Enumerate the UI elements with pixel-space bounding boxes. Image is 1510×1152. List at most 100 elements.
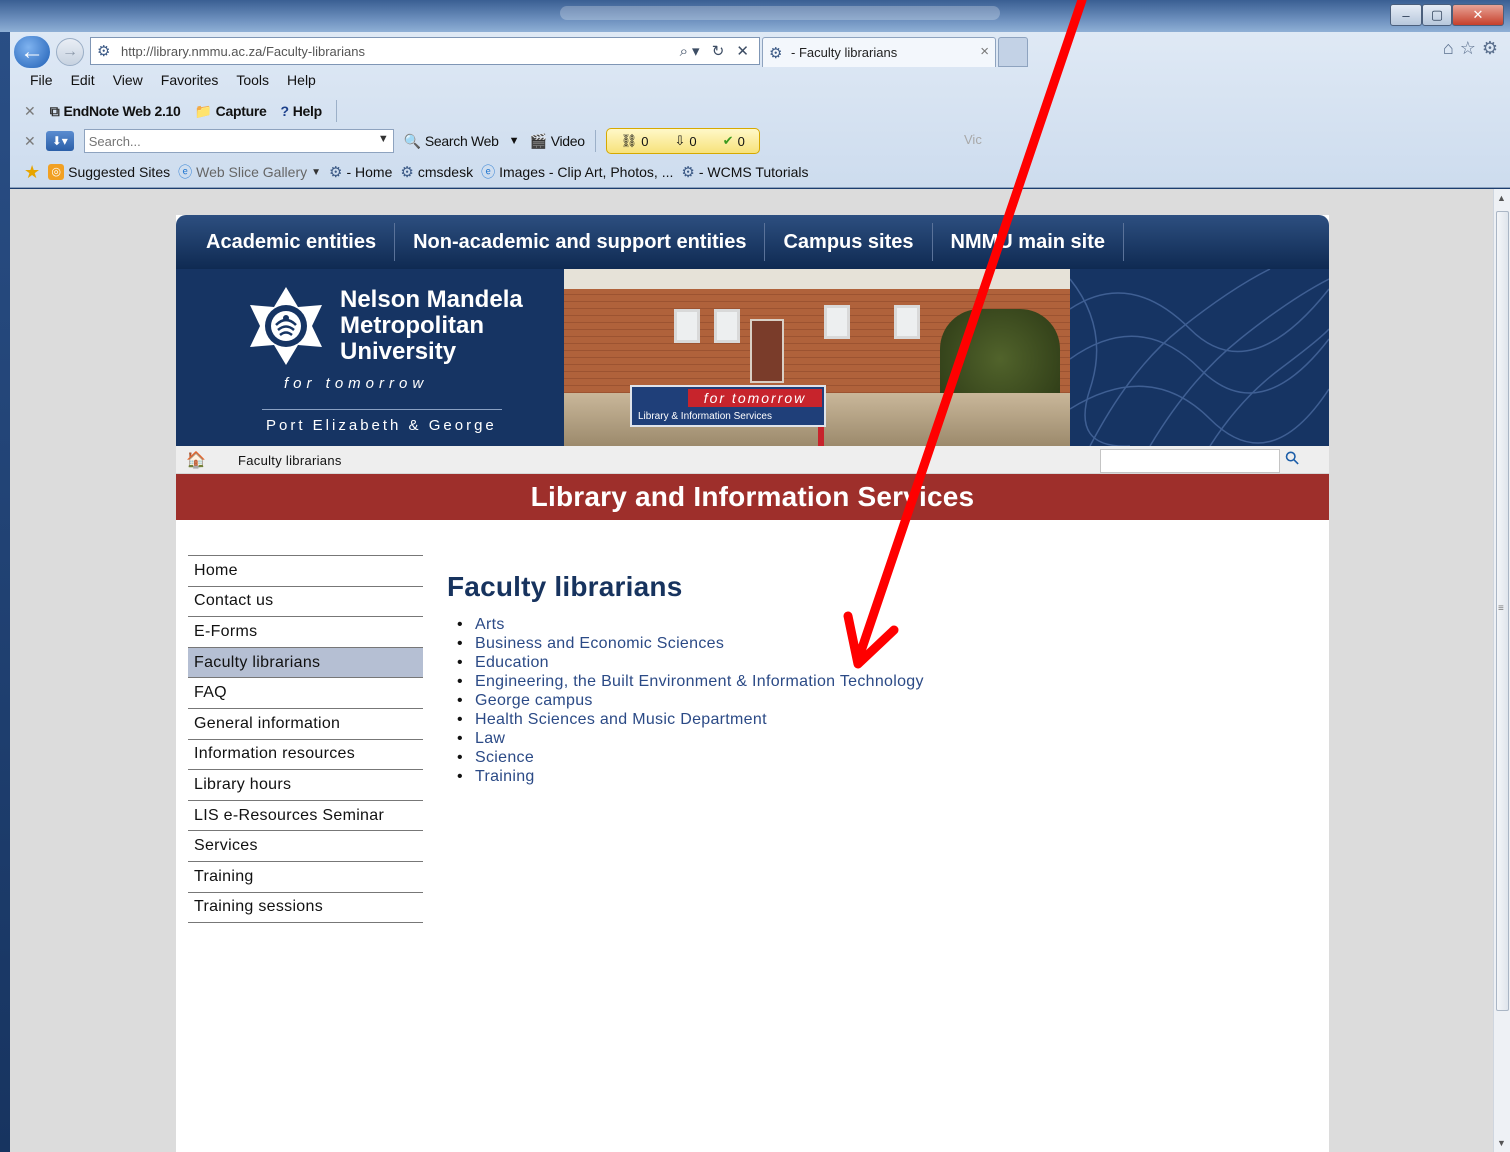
favorite-label: Web Slice Gallery xyxy=(196,164,308,180)
counter-value: 0 xyxy=(641,133,649,149)
site-search-input[interactable] xyxy=(1101,450,1277,472)
breadcrumb-bar: 🏠 Faculty librarians ⚲ xyxy=(176,446,1329,474)
new-tab-button[interactable] xyxy=(998,37,1028,67)
site-search-box[interactable] xyxy=(1100,449,1280,473)
sidenav-e-forms[interactable]: E-Forms xyxy=(188,617,423,648)
toolbar-search-input[interactable] xyxy=(84,130,365,152)
sidenav-services[interactable]: Services xyxy=(188,831,423,862)
chevron-down-icon[interactable]: ▼ xyxy=(378,133,389,145)
counter-value: 0 xyxy=(689,133,697,149)
menu-help[interactable]: Help xyxy=(287,72,316,88)
favorite-label: cmsdesk xyxy=(417,164,474,180)
faculty-link-engineering[interactable]: Engineering, the Built Environment & Inf… xyxy=(457,672,924,691)
counter-group[interactable]: ⛓ 0 ⇩ 0 ✔ 0 xyxy=(605,128,760,154)
menu-tools[interactable]: Tools xyxy=(236,72,269,88)
favorite-web-slice-gallery[interactable]: ⓔ Web Slice Gallery ▼ xyxy=(178,162,321,182)
sidenav-information-resources[interactable]: Information resources xyxy=(188,740,423,771)
menu-file[interactable]: File xyxy=(30,72,53,88)
favorite-home[interactable]: ⚙ - Home xyxy=(329,163,392,181)
nav-campus-sites[interactable]: Campus sites xyxy=(765,223,933,261)
sidenav-home[interactable]: Home xyxy=(188,556,423,587)
video-icon: 🎬 xyxy=(529,132,547,149)
forward-button[interactable]: → xyxy=(56,38,84,66)
toolbar-close-icon[interactable]: ✕ xyxy=(24,133,36,150)
favorite-label: Images - Clip Art, Photos, ... xyxy=(499,164,674,180)
menu-favorites[interactable]: Favorites xyxy=(161,72,219,88)
chain-icon: ⛓ xyxy=(620,133,638,148)
address-bar[interactable]: ⚙ http://library.nmmu.ac.za/Faculty-libr… xyxy=(90,37,760,65)
sidenav-contact-us[interactable]: Contact us xyxy=(188,587,423,618)
sidenav-library-hours[interactable]: Library hours xyxy=(188,770,423,801)
endnote-toolbar: ✕ ⧉ EndNote Web 2.10 📁 Capture ? Help xyxy=(24,100,337,122)
tab-close-icon[interactable]: × xyxy=(980,43,989,60)
search-icon[interactable]: ⚲ xyxy=(1281,446,1305,470)
nav-main-site[interactable]: NMMU main site xyxy=(933,223,1124,261)
address-url[interactable]: http://library.nmmu.ac.za/Faculty-librar… xyxy=(121,44,365,59)
site-gear-icon: ⚙ xyxy=(681,164,695,181)
forward-arrow-icon: → xyxy=(62,43,78,60)
faculty-list: Arts Business and Economic Sciences Educ… xyxy=(447,615,924,786)
sidenav-general-information[interactable]: General information xyxy=(188,709,423,740)
ie-page-icon: ⓔ xyxy=(481,164,496,180)
download-icon[interactable]: ⬇▾ xyxy=(45,131,74,151)
address-controls[interactable]: ⌕▾ ↻ ✕ xyxy=(680,42,753,60)
chevron-down-icon[interactable]: ▼ xyxy=(509,135,520,147)
faculty-link-training[interactable]: Training xyxy=(457,767,924,786)
capture-button[interactable]: 📁 Capture xyxy=(195,103,267,120)
favorite-cmsdesk[interactable]: ⚙ cmsdesk xyxy=(400,163,473,181)
menu-edit[interactable]: Edit xyxy=(71,72,95,88)
site-banner: Nelson Mandela Metropolitan University f… xyxy=(176,269,1329,446)
sidenav-faculty-librarians[interactable]: Faculty librarians xyxy=(188,647,423,679)
help-button[interactable]: ? Help xyxy=(280,103,322,119)
suggested-sites-icon: ◎ xyxy=(48,164,65,180)
settings-gear-icon[interactable]: ⚙ xyxy=(1482,38,1504,58)
nav-non-academic-entities[interactable]: Non-academic and support entities xyxy=(395,223,766,261)
close-window-button[interactable]: ✕ xyxy=(1452,4,1504,26)
back-arrow-icon: ← xyxy=(20,38,44,65)
sign-subtitle: Library & Information Services xyxy=(638,411,772,422)
favorite-images[interactable]: ⓔ Images - Clip Art, Photos, ... xyxy=(481,162,673,182)
university-name-line: Metropolitan xyxy=(340,312,484,339)
faculty-link-health-sciences[interactable]: Health Sciences and Music Department xyxy=(457,710,924,729)
counter-download: ⇩ 0 xyxy=(675,133,697,149)
endnote-label: EndNote Web 2.10 xyxy=(63,103,181,119)
favorite-wcms-tutorials[interactable]: ⚙ - WCMS Tutorials xyxy=(681,163,808,181)
home-icon[interactable]: 🏠 xyxy=(186,450,206,470)
library-building-photo: for tomorrow Library & Information Servi… xyxy=(564,269,1070,446)
faculty-link-law[interactable]: Law xyxy=(457,729,924,748)
vertical-scrollbar[interactable]: ▲ ≡ ▼ xyxy=(1493,189,1510,1152)
video-button[interactable]: 🎬 Video xyxy=(529,132,586,150)
faculty-link-business[interactable]: Business and Economic Sciences xyxy=(457,634,924,653)
photo-window xyxy=(674,309,700,343)
sidenav-training[interactable]: Training xyxy=(188,862,423,893)
scroll-down-icon[interactable]: ▼ xyxy=(1497,1138,1506,1148)
maximize-button[interactable]: ▢ xyxy=(1422,4,1452,26)
sidenav-faq[interactable]: FAQ xyxy=(188,678,423,709)
photo-window xyxy=(894,305,920,339)
faculty-link-arts[interactable]: Arts xyxy=(457,615,924,634)
menu-bar: File Edit View Favorites Tools Help xyxy=(30,72,316,88)
search-web-button[interactable]: 🔍 Search Web xyxy=(404,133,499,150)
home-icon[interactable]: ⌂ xyxy=(1443,38,1460,58)
faculty-link-education[interactable]: Education xyxy=(457,653,924,672)
faculty-link-science[interactable]: Science xyxy=(457,748,924,767)
back-button[interactable]: ← xyxy=(12,34,52,70)
section-title: Library and Information Services xyxy=(530,481,975,512)
favorite-suggested-sites[interactable]: ◎ Suggested Sites xyxy=(48,164,170,180)
minimize-button[interactable]: – xyxy=(1390,4,1422,26)
favorites-star-icon[interactable]: ☆ xyxy=(1460,38,1482,58)
sidenav-training-sessions[interactable]: Training sessions xyxy=(188,893,423,924)
menu-view[interactable]: View xyxy=(113,72,143,88)
favorites-star-icon[interactable]: ★ xyxy=(24,162,40,183)
endnote-button[interactable]: ⧉ EndNote Web 2.10 xyxy=(50,103,181,120)
library-sign: for tomorrow Library & Information Servi… xyxy=(630,385,826,446)
toolbar-close-icon[interactable]: ✕ xyxy=(24,103,36,120)
toolbar-search-box[interactable]: ▼ xyxy=(83,129,394,153)
browser-tab[interactable]: ⚙ - Faculty librarians × xyxy=(762,37,996,67)
faculty-link-george-campus[interactable]: George campus xyxy=(457,691,924,710)
scroll-up-icon[interactable]: ▲ xyxy=(1497,193,1506,203)
nav-academic-entities[interactable]: Academic entities xyxy=(176,223,396,261)
window-titlebar: – ▢ ✕ xyxy=(0,0,1510,32)
sidenav-lis-seminar[interactable]: LIS e-Resources Seminar xyxy=(188,801,423,832)
toolbar-separator xyxy=(335,100,337,122)
